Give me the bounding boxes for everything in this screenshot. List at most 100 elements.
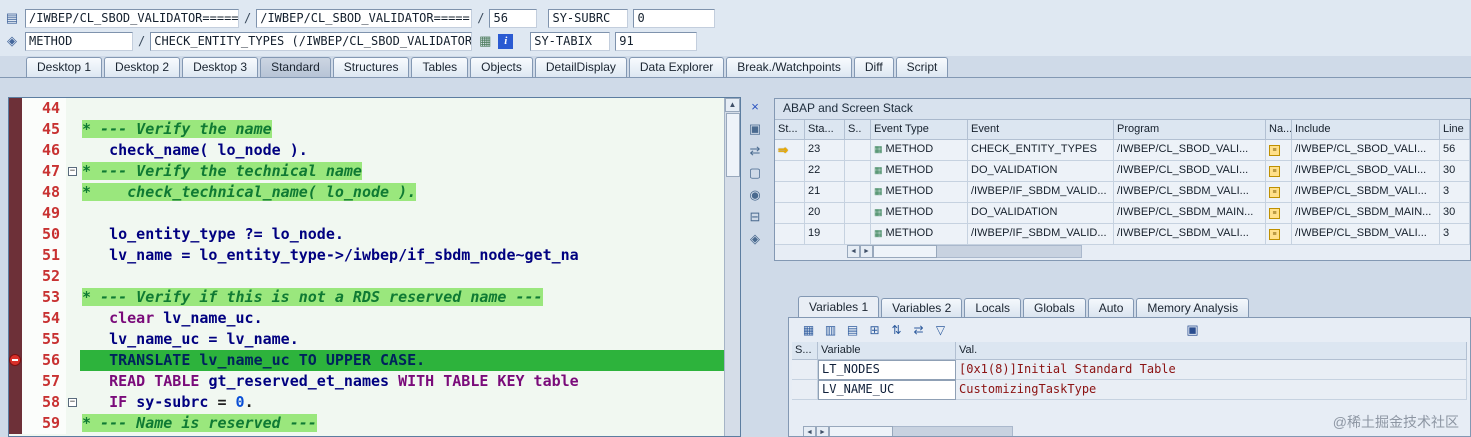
variable-name-cell[interactable]: LV_NAME_UC xyxy=(818,380,956,400)
breakpoint-margin[interactable] xyxy=(9,119,22,140)
save-icon[interactable]: ▣ xyxy=(1185,322,1200,337)
code-line-57[interactable]: 57 READ TABLE gt_reserved_et_names WITH … xyxy=(9,371,725,392)
sy-subrc-value-field[interactable]: 0 xyxy=(633,8,716,28)
stack-column-header-na[interactable]: Na... xyxy=(1266,120,1292,140)
filter-icon[interactable]: ▽ xyxy=(933,323,948,338)
navigate-icon[interactable]: ≡ xyxy=(1269,145,1280,156)
tab-objects[interactable]: Objects xyxy=(470,57,533,77)
code-line-59[interactable]: 59 * --- Name is reserved --- xyxy=(9,413,725,434)
variable-row[interactable]: LT_NODES [0x1(8)]Initial Standard Table xyxy=(792,360,1467,380)
sy-tabix-value-field[interactable]: 91 xyxy=(615,31,698,51)
breakpoint-margin[interactable] xyxy=(9,140,22,161)
lock-icon[interactable]: ⊟ xyxy=(747,209,763,225)
stack-column-header-include[interactable]: Include xyxy=(1292,120,1440,140)
stack-row[interactable]: 22 ▦ METHOD DO_VALIDATION/IWBEP/CL_SBOD_VAL… xyxy=(775,161,1470,182)
stack-horizontal-scrollbar[interactable]: ◄ ► xyxy=(847,245,1082,258)
event-field[interactable]: CHECK_ENTITY_TYPES (/IWBEP/CL_SBOD_VALID… xyxy=(150,31,473,51)
scrollbar-thumb[interactable] xyxy=(873,245,937,258)
scroll-left-icon[interactable]: ◄ xyxy=(847,245,860,258)
sort-icon[interactable]: ⇅ xyxy=(889,323,904,338)
code-line-53[interactable]: 53 * --- Verify if this is not a RDS rese… xyxy=(9,287,725,308)
stack-row[interactable]: 19 ▦ METHOD/IWBEP/IF_SBDM_VALID.../IWBEP/C… xyxy=(775,224,1470,245)
breakpoint-margin[interactable] xyxy=(9,266,22,287)
variable-name-cell[interactable]: LT_NODES xyxy=(818,360,956,380)
event-type-field[interactable]: METHOD xyxy=(25,31,133,51)
navigate-icon[interactable]: ≡ xyxy=(1269,229,1280,240)
breakpoint-margin[interactable] xyxy=(9,203,22,224)
variables-column-header-s[interactable]: S... xyxy=(792,342,818,360)
new-tool-icon[interactable]: ▣ xyxy=(747,121,763,137)
tab-desktop-3[interactable]: Desktop 3 xyxy=(182,57,259,77)
stack-column-header-sta[interactable]: Sta... xyxy=(805,120,845,140)
link-tool-icon[interactable]: ◈ xyxy=(747,231,763,247)
breakpoint-icon[interactable] xyxy=(9,354,21,366)
sy-subrc-label-field[interactable]: SY-SUBRC xyxy=(548,8,629,28)
variables-column-header-val[interactable]: Val. xyxy=(956,342,1467,360)
tab-memory-analysis[interactable]: Memory Analysis xyxy=(1136,298,1250,318)
breakpoint-margin[interactable] xyxy=(9,413,22,434)
swap-tool-icon[interactable]: ⇄ xyxy=(747,143,763,159)
sy-tabix-label-field[interactable]: SY-TABIX xyxy=(530,31,611,51)
code-editor[interactable]: 44 45 * --- Verify the name 46 check_name( … xyxy=(8,97,741,437)
fold-toggle[interactable]: − xyxy=(66,392,80,413)
change-display-icon[interactable]: ▦ xyxy=(477,33,493,49)
info-icon[interactable]: i xyxy=(498,33,514,49)
tab-desktop-2[interactable]: Desktop 2 xyxy=(104,57,181,77)
navigate-icon[interactable]: ≡ xyxy=(1269,208,1280,219)
table-display-icon[interactable]: ▤ xyxy=(845,323,860,338)
stack-row[interactable]: 20 ▦ METHOD DO_VALIDATION/IWBEP/CL_SBDM_MAI… xyxy=(775,203,1470,224)
tab-detaildisplay[interactable]: DetailDisplay xyxy=(534,57,627,77)
tab-diff[interactable]: Diff xyxy=(853,57,894,77)
breakpoint-margin[interactable] xyxy=(9,287,22,308)
code-line-46[interactable]: 46 check_name( lo_node ). xyxy=(9,140,725,161)
scroll-up-icon[interactable]: ▲ xyxy=(725,98,740,112)
transfer-icon[interactable]: ⇄ xyxy=(911,323,926,338)
breakpoint-margin[interactable] xyxy=(9,161,22,182)
tool-services-icon[interactable]: ◉ xyxy=(747,187,763,203)
scroll-left-icon[interactable]: ◄ xyxy=(803,426,816,436)
code-line-49[interactable]: 49 xyxy=(9,203,725,224)
main-program-field[interactable]: /IWBEP/CL_SBOD_VALIDATOR===== xyxy=(25,8,239,28)
breakpoint-margin[interactable] xyxy=(9,350,22,371)
stack-row[interactable]: 21 ▦ METHOD/IWBEP/IF_SBDM_VALID.../IWBEP/C… xyxy=(775,182,1470,203)
stack-row[interactable]: ⇒ 23 ▦ METHOD CHECK_ENTITY_TYPES/IWBEP/CL_SB… xyxy=(775,140,1470,161)
scrollbar-thumb[interactable] xyxy=(726,113,740,177)
code-line-45[interactable]: 45 * --- Verify the name xyxy=(9,119,725,140)
variable-row[interactable]: LV_NAME_UC CustomizingTaskType xyxy=(792,380,1467,400)
breakpoint-margin[interactable] xyxy=(9,392,22,413)
stack-column-header-st[interactable]: St... xyxy=(775,120,805,140)
breakpoint-margin[interactable] xyxy=(9,308,22,329)
variables-column-header-variable[interactable]: Variable xyxy=(818,342,956,360)
code-line-51[interactable]: 51 lv_name = lo_entity_type->/iwbep/if_s… xyxy=(9,245,725,266)
tab-standard[interactable]: Standard xyxy=(260,57,331,77)
scrollbar-thumb[interactable] xyxy=(829,426,893,436)
tab-globals[interactable]: Globals xyxy=(1023,298,1086,318)
tab-variables-1[interactable]: Variables 1 xyxy=(798,296,880,318)
tab-desktop-1[interactable]: Desktop 1 xyxy=(26,57,103,77)
code-line-48[interactable]: 48 * check_technical_name( lo_node ). xyxy=(9,182,725,203)
tab-structures[interactable]: Structures xyxy=(332,57,410,77)
delete-variables-icon[interactable]: ▦ xyxy=(801,323,816,338)
scrollbar-track[interactable] xyxy=(937,245,1082,258)
scrollbar-track[interactable] xyxy=(893,426,1013,436)
breakpoint-margin[interactable] xyxy=(9,182,22,203)
code-line-58[interactable]: 58− IF sy-subrc = 0. xyxy=(9,392,725,413)
line-number-field[interactable]: 56 xyxy=(489,8,538,28)
breakpoint-margin[interactable] xyxy=(9,329,22,350)
stack-column-header-line[interactable]: Line xyxy=(1440,120,1470,140)
breakpoint-margin[interactable] xyxy=(9,224,22,245)
variables-horizontal-scrollbar[interactable]: ◄ ► xyxy=(803,426,1013,436)
code-line-55[interactable]: 55 lv_name_uc = lv_name. xyxy=(9,329,725,350)
tab-auto[interactable]: Auto xyxy=(1087,298,1135,318)
stack-column-header-event[interactable]: Event xyxy=(968,120,1114,140)
navigate-icon[interactable]: ≡ xyxy=(1269,187,1280,198)
column-config-icon[interactable]: ⊞ xyxy=(867,323,882,338)
breakpoint-margin[interactable] xyxy=(9,98,22,119)
code-line-47[interactable]: 47− * --- Verify the technical name xyxy=(9,161,725,182)
tab-script[interactable]: Script xyxy=(895,57,949,77)
change-variable-icon[interactable]: ▥ xyxy=(823,323,838,338)
editor-vertical-scrollbar[interactable]: ▲ xyxy=(724,98,740,436)
scroll-right-icon[interactable]: ► xyxy=(816,426,829,436)
source-code-field[interactable]: /IWBEP/CL_SBOD_VALIDATOR===== xyxy=(256,8,473,28)
collapse-icon[interactable]: − xyxy=(68,167,77,176)
